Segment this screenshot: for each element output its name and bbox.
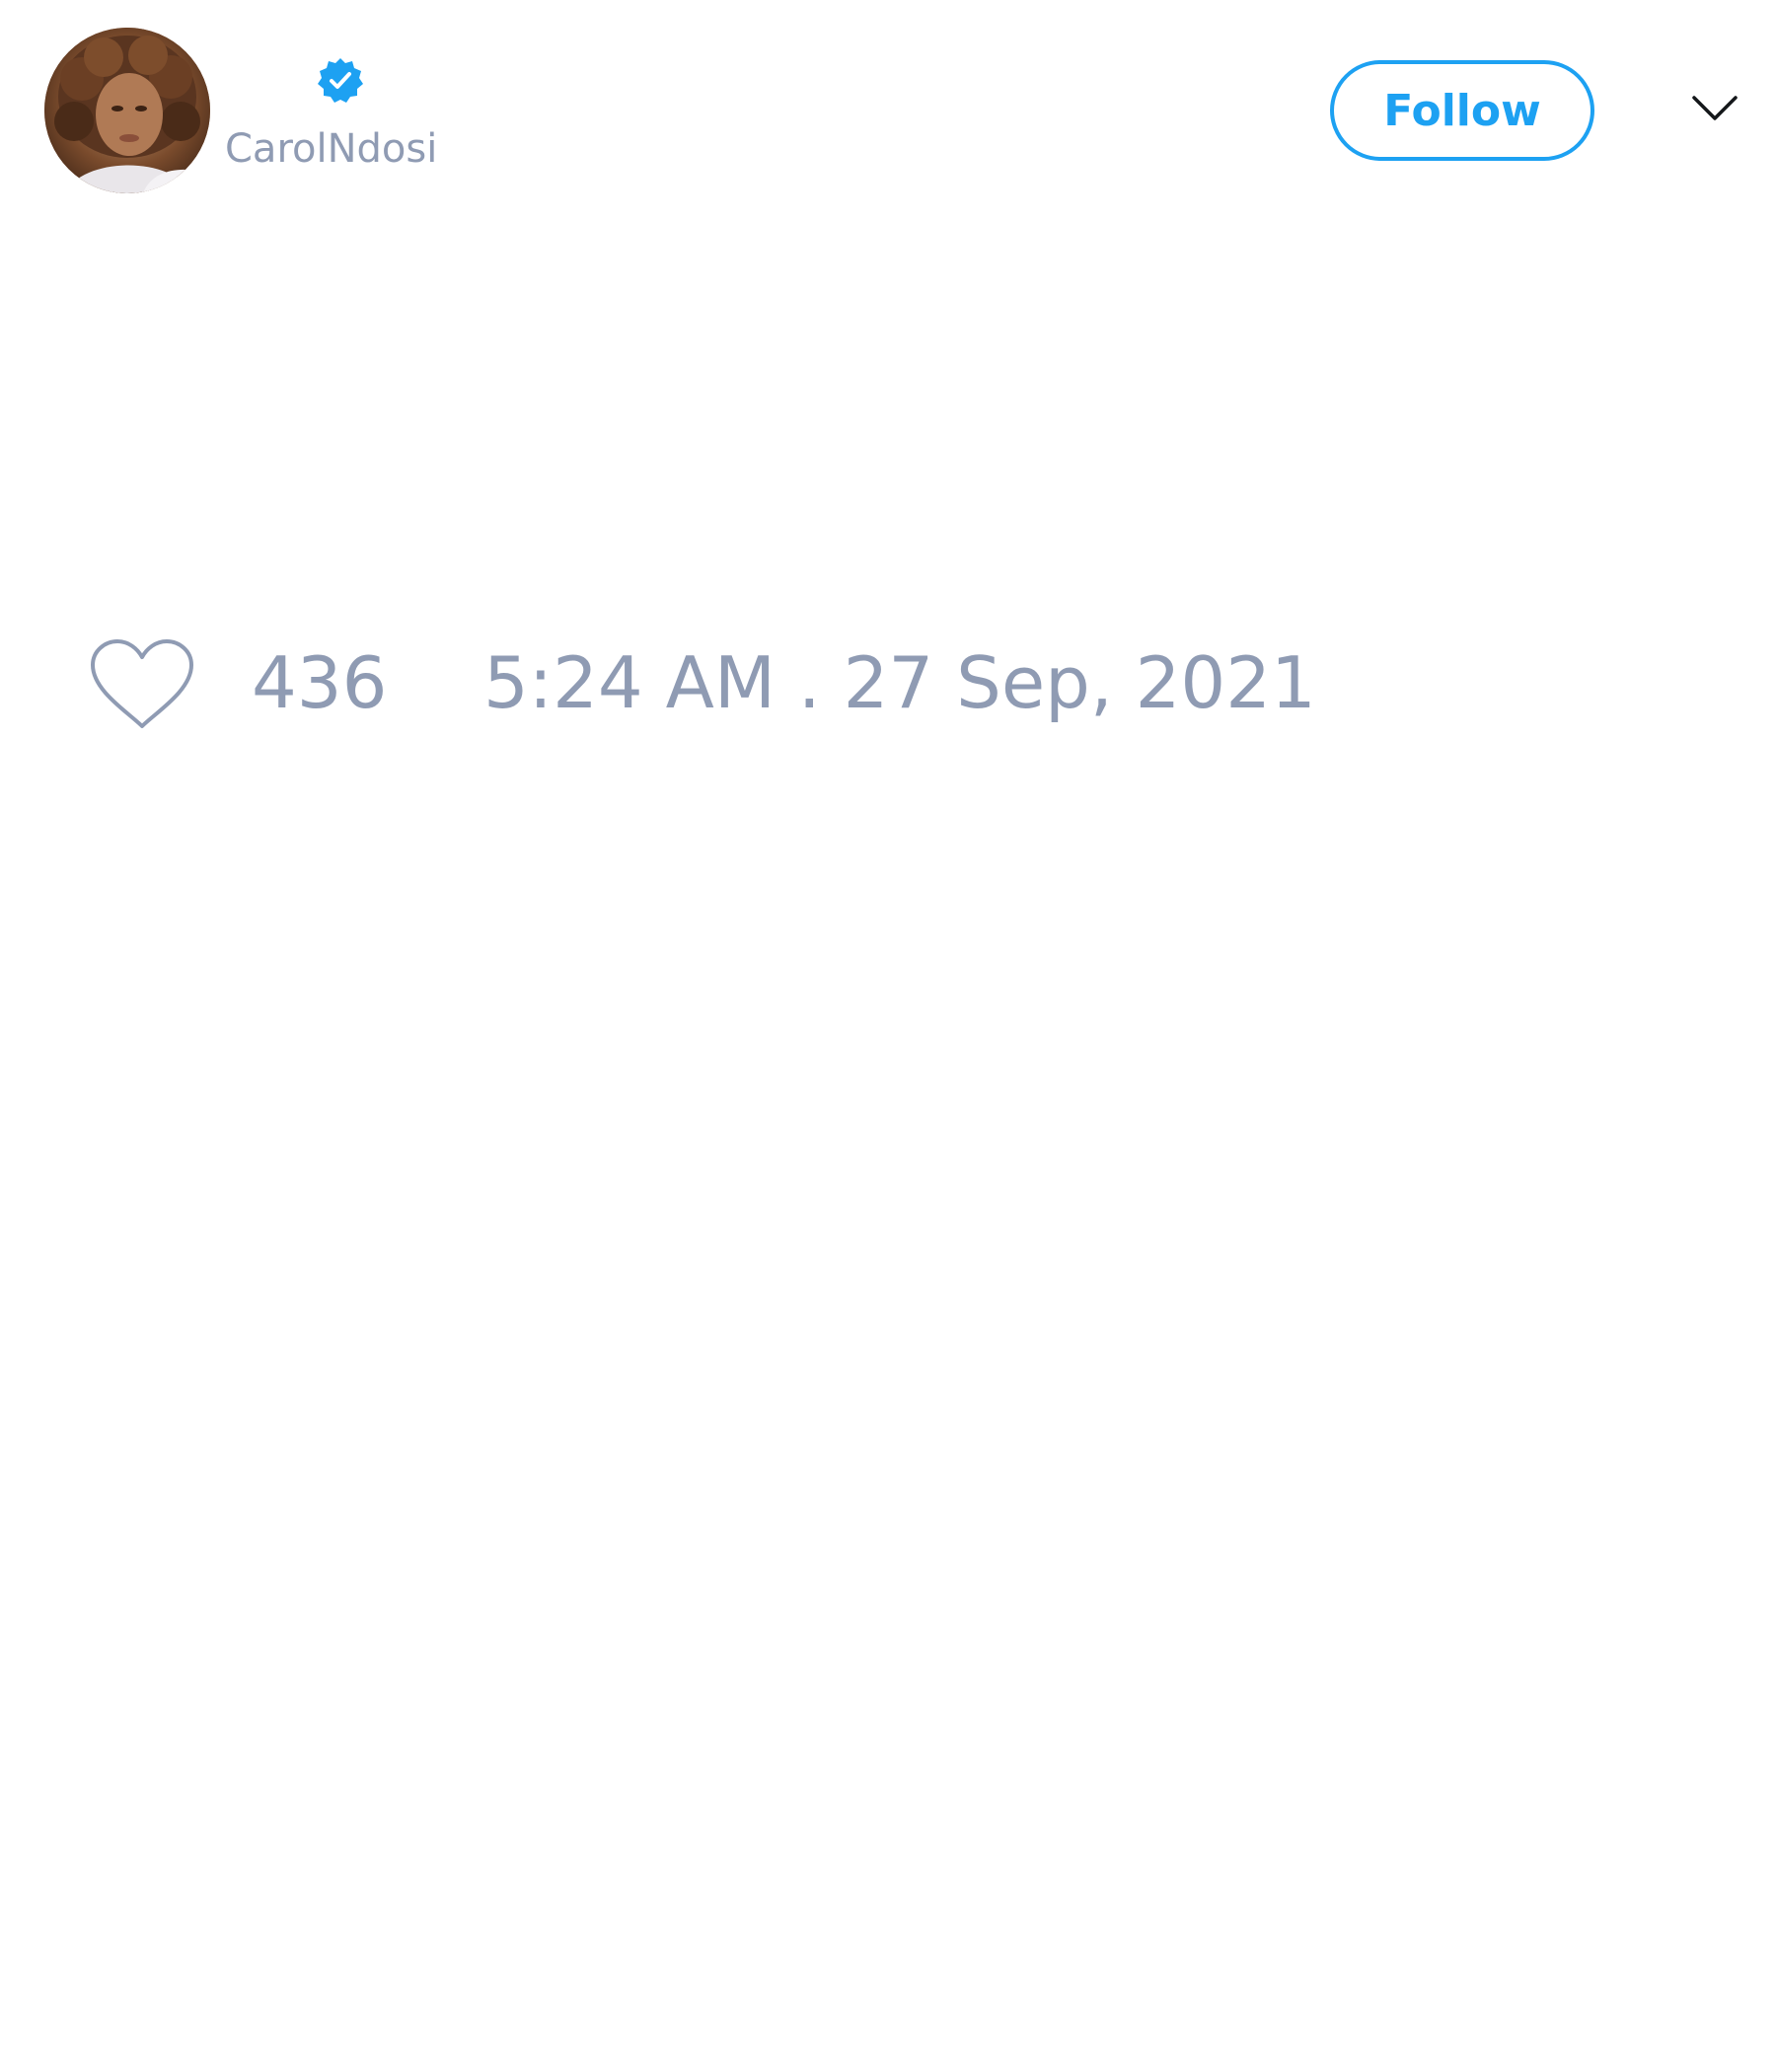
tweet-actions: 436 5:24 AM . 27 Sep, 2021 bbox=[89, 631, 1667, 730]
author-handle[interactable]: CarolNdosi bbox=[225, 127, 437, 171]
tweet-card: CarolNdosi Follow 436 5:24 AM . 27 Sep, … bbox=[0, 0, 1776, 2072]
verified-badge-icon bbox=[316, 56, 365, 106]
avatar-photo bbox=[44, 28, 210, 193]
tweet-timestamp[interactable]: 5:24 AM . 27 Sep, 2021 bbox=[483, 641, 1316, 724]
avatar[interactable] bbox=[44, 28, 210, 193]
tweet-body bbox=[0, 227, 1776, 622]
like-count: 436 bbox=[252, 641, 388, 724]
follow-button[interactable]: Follow bbox=[1330, 60, 1594, 161]
more-menu-button[interactable] bbox=[1689, 87, 1740, 130]
tweet-header: CarolNdosi Follow bbox=[0, 0, 1776, 227]
chevron-down-icon bbox=[1692, 96, 1738, 120]
like-button[interactable] bbox=[89, 637, 195, 732]
heart-icon bbox=[91, 639, 193, 728]
